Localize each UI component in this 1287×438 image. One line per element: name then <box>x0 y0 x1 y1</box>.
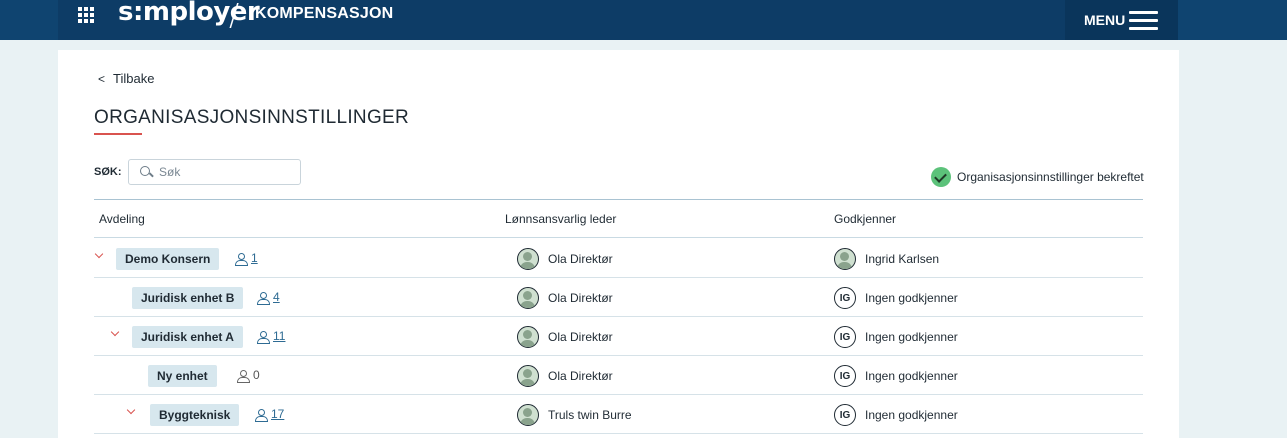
table-header: Avdeling Lønnsansvarlig leder Godkjenner <box>94 199 1143 238</box>
product-name: KOMPENSASJON <box>255 5 394 22</box>
chevron-down-icon[interactable] <box>126 407 136 417</box>
table-row: Juridisk enhet B 4 Ola Direktør IG Ingen… <box>94 278 1143 317</box>
leader-name: Ola Direktør <box>548 369 613 383</box>
unit-tag[interactable]: Demo Konsern <box>116 248 220 270</box>
avatar <box>834 248 856 270</box>
leader-cell: Truls twin Burre <box>517 404 632 426</box>
approver-name: Ingen godkjenner <box>865 369 958 383</box>
app-grid-icon[interactable] <box>76 5 96 25</box>
approver-cell: IG Ingen godkjenner <box>834 365 958 387</box>
column-header-leader: Lønnsansvarlig leder <box>505 212 617 226</box>
avatar <box>517 248 539 270</box>
approver-name: Ingen godkjenner <box>865 330 958 344</box>
page-title: ORGANISASJONSINNSTILLINGER <box>94 107 410 128</box>
search-box[interactable] <box>128 159 301 185</box>
leader-name: Truls twin Burre <box>548 408 632 422</box>
approver-cell: IG Ingen godkjenner <box>834 404 958 426</box>
check-circle-icon <box>931 167 951 187</box>
initials-avatar: IG <box>834 287 856 309</box>
user-icon <box>237 369 250 383</box>
approver-name: Ingen godkjenner <box>865 291 958 305</box>
employee-count: 0 <box>237 368 260 383</box>
menu-button[interactable]: MENU <box>1065 0 1178 40</box>
search-label: SØK: <box>94 166 122 178</box>
employee-count[interactable]: 11 <box>257 329 285 344</box>
employee-count[interactable]: 4 <box>257 290 280 305</box>
chevron-left-icon: < <box>98 71 106 86</box>
leader-cell: Ola Direktør <box>517 248 613 270</box>
employee-count-link[interactable]: 1 <box>251 251 258 265</box>
approver-cell: Ingrid Karlsen <box>834 248 939 270</box>
approver-cell: IG Ingen godkjenner <box>834 287 958 309</box>
employee-count-link[interactable]: 11 <box>273 329 285 343</box>
column-header-unit: Avdeling <box>99 212 145 226</box>
column-header-approver: Godkjenner <box>834 212 897 226</box>
leader-name: Ola Direktør <box>548 252 613 266</box>
unit-tag[interactable]: Byggteknisk <box>150 404 240 426</box>
confirm-status: Organisasjonsinnstillinger bekreftet <box>931 167 1144 187</box>
approver-cell: IG Ingen godkjenner <box>834 326 958 348</box>
employee-count[interactable]: 1 <box>235 251 258 266</box>
search-input[interactable] <box>159 165 289 179</box>
back-label: Tilbake <box>113 71 155 86</box>
unit-tag[interactable]: Juridisk enhet A <box>132 326 243 348</box>
initials-avatar: IG <box>834 326 856 348</box>
chevron-down-icon[interactable] <box>110 329 120 339</box>
avatar <box>517 404 539 426</box>
approver-name: Ingrid Karlsen <box>865 252 940 266</box>
leader-cell: Ola Direktør <box>517 287 613 309</box>
chevron-down-icon[interactable] <box>94 251 104 261</box>
avatar <box>517 365 539 387</box>
leader-name: Ola Direktør <box>548 330 613 344</box>
leader-cell: Ola Direktør <box>517 365 613 387</box>
confirm-status-text: Organisasjonsinnstillinger bekreftet <box>957 170 1144 184</box>
employee-count-value: 0 <box>253 368 260 382</box>
back-link[interactable]: < Tilbake <box>98 71 154 86</box>
leader-name: Ola Direktør <box>548 291 613 305</box>
table-row: Demo Konsern 1 Ola Direktør Ingrid Karls… <box>94 239 1143 278</box>
user-icon <box>235 252 248 266</box>
unit-tag[interactable]: Ny enhet <box>148 365 217 387</box>
employee-count-link[interactable]: 4 <box>273 290 280 304</box>
table-row: Byggteknisk 17 Truls twin Burre IG Ingen… <box>94 395 1143 434</box>
leader-cell: Ola Direktør <box>517 326 613 348</box>
table-row: Ny enhet 0 Ola Direktør IG Ingen godkjen… <box>94 356 1143 395</box>
initials-avatar: IG <box>834 404 856 426</box>
employee-count[interactable]: 17 <box>255 407 284 422</box>
search-icon <box>140 165 153 179</box>
approver-name: Ingen godkjenner <box>865 408 958 422</box>
hamburger-icon <box>1129 10 1159 30</box>
user-icon <box>257 291 270 305</box>
title-underline <box>94 133 142 135</box>
unit-tag[interactable]: Juridisk enhet B <box>132 287 244 309</box>
menu-label: MENU <box>1084 12 1126 28</box>
employee-count-link[interactable]: 17 <box>271 407 284 421</box>
avatar <box>517 287 539 309</box>
avatar <box>517 326 539 348</box>
initials-avatar: IG <box>834 365 856 387</box>
user-icon <box>255 408 268 422</box>
logo-divider: / <box>229 0 240 33</box>
user-icon <box>257 330 270 344</box>
table-row: Juridisk enhet A 11 Ola Direktør IG Inge… <box>94 317 1143 356</box>
